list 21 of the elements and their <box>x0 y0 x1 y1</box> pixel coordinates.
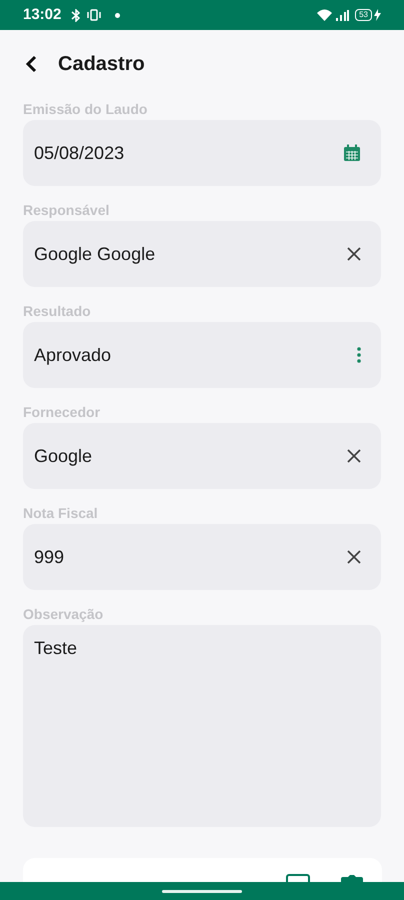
close-icon[interactable] <box>347 550 361 564</box>
page-title: Cadastro <box>58 52 145 77</box>
bluetooth-icon <box>71 8 82 22</box>
home-indicator[interactable] <box>162 890 242 892</box>
wifi-icon <box>317 9 332 21</box>
battery-icon: 53 <box>355 9 372 21</box>
input-field[interactable]: Aprovado <box>23 322 381 388</box>
input-field[interactable]: 05/08/2023 <box>23 120 381 186</box>
charging-icon <box>374 9 381 21</box>
calendar-icon[interactable] <box>343 144 361 162</box>
input-field[interactable]: Google <box>23 423 381 489</box>
back-icon[interactable] <box>24 55 38 73</box>
input-field[interactable]: 999 <box>23 524 381 590</box>
more-icon[interactable] <box>357 347 361 363</box>
input-field[interactable]: Google Google <box>23 221 381 287</box>
status-time: 13:02 <box>23 4 62 25</box>
text-area[interactable]: Teste <box>23 625 381 827</box>
vibrate-icon <box>87 9 102 21</box>
close-icon[interactable] <box>347 247 361 261</box>
signal-icon <box>336 10 350 20</box>
close-icon[interactable] <box>347 449 361 463</box>
